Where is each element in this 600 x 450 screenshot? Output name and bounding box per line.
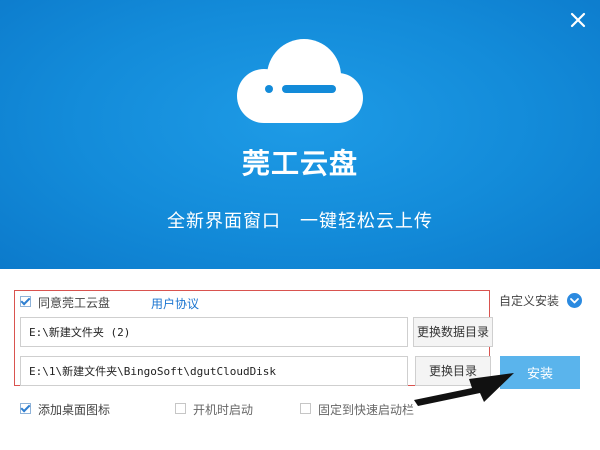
close-icon — [570, 12, 586, 28]
agreement-checkbox[interactable] — [20, 296, 31, 307]
arrow-icon — [414, 373, 514, 406]
user-agreement-link[interactable]: 用户协议 — [151, 295, 199, 312]
app-title: 莞工云盘 — [241, 147, 358, 180]
chevron-down-icon — [567, 293, 583, 308]
agreement-label: 同意莞工云盘 — [38, 296, 111, 310]
cloud-icon — [237, 39, 363, 123]
desktop-icon-label: 添加桌面图标 — [38, 403, 111, 417]
install-dir-input[interactable] — [20, 356, 408, 386]
start-on-boot-label: 开机时启动 — [193, 403, 254, 417]
close-button[interactable] — [568, 10, 588, 30]
pin-quick-launch-checkbox[interactable] — [300, 403, 311, 414]
change-data-dir-button[interactable]: 更换数据目录 — [413, 317, 493, 347]
pin-quick-launch-label: 固定到快速启动栏 — [318, 403, 415, 417]
slogan: 全新界面窗口 一键轻松云上传 — [167, 211, 433, 232]
start-on-boot-checkbox[interactable] — [175, 403, 186, 414]
custom-install-toggle[interactable]: 自定义安装 — [499, 290, 583, 308]
custom-install-label: 自定义安装 — [499, 294, 560, 308]
data-dir-input[interactable] — [20, 317, 408, 347]
desktop-icon-checkbox[interactable] — [20, 403, 31, 414]
hero-banner: 莞工云盘 全新界面窗口 一键轻松云上传 — [0, 0, 600, 269]
